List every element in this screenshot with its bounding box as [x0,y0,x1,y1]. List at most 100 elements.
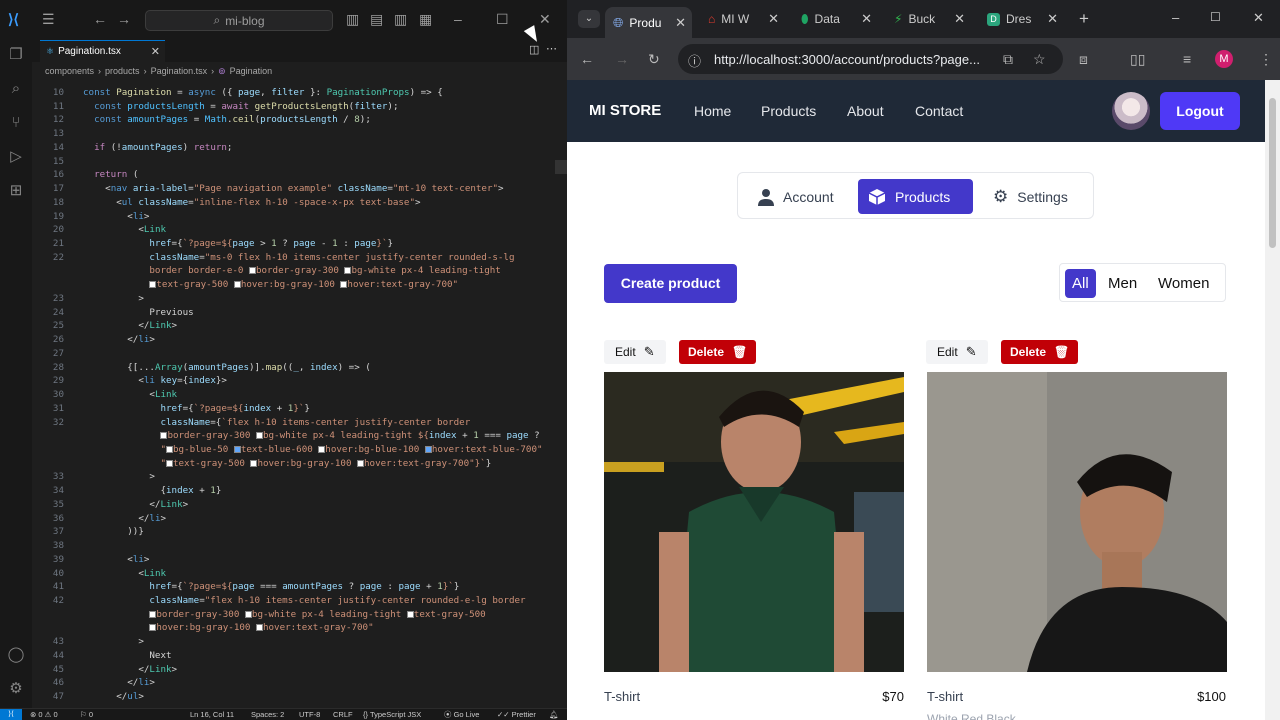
back-arrow-icon[interactable]: ← [93,11,107,27]
filter-women[interactable]: Women [1151,269,1216,298]
page-scrollbar[interactable] [1265,80,1280,720]
run-debug-icon[interactable]: ▷ [7,148,25,166]
minimize-icon[interactable]: – [454,11,462,27]
profile-avatar[interactable]: M [1215,50,1233,68]
tab-settings[interactable]: ⚙ Settings [983,179,1088,214]
site-info-icon[interactable]: ⓘ [688,51,701,70]
code-line[interactable]: > [83,471,155,482]
tab-products[interactable]: Products [858,179,973,214]
tab-search-icon[interactable]: ⌄ [578,10,600,28]
code-line[interactable]: " text-gray-500 hover:bg-gray-100 hover:t… [83,458,491,469]
command-search[interactable]: ⌕ mi-blog [145,10,333,31]
browser-tab[interactable]: 🌐︎ Produ ✕ [605,7,692,38]
back-arrow-icon[interactable]: ← [580,51,594,67]
code-line[interactable]: className="flex h-10 items-center justif… [83,595,525,606]
code-line[interactable]: className="ms-0 flex h-10 items-center j… [83,252,514,263]
code-line[interactable]: <Link [83,224,166,235]
tab-close-icon[interactable]: ✕ [1047,11,1058,27]
code-line[interactable]: border border-e-0 border-gray-300 bg-whi… [83,265,500,276]
code-line[interactable]: </li> [83,334,155,345]
tab-close-icon[interactable]: ✕ [151,45,160,58]
code-line[interactable]: </li> [83,677,155,688]
remote-icon[interactable]: ⟩⟨ [0,709,22,720]
extensions-icon[interactable]: ⧈ [1079,51,1088,68]
end-of-line[interactable]: CRLF [333,710,353,719]
account-icon[interactable]: ◯ [7,646,25,664]
code-line[interactable]: href={`?page=${index + 1}`} [83,403,309,414]
search-icon[interactable]: ⌕ [7,80,25,98]
prettier[interactable]: ✓✓ Prettier [497,710,536,719]
problems-status[interactable]: ⊗ 0 ⚠ 0 [30,710,58,719]
maximize-icon[interactable]: ☐ [496,11,509,28]
code-line[interactable]: border-gray-300 bg-white px-4 leading-ti… [83,609,486,620]
create-product-button[interactable]: Create product [604,264,737,303]
code-line[interactable]: <ul className="inline-flex h-10 -space-x… [83,197,420,208]
code-line[interactable]: {index + 1} [83,485,221,496]
code-line[interactable]: className={`flex h-10 items-center justi… [83,417,470,428]
split-editor-icon[interactable]: ◫ [529,43,539,56]
reload-icon[interactable]: ↻ [648,51,660,68]
new-tab-icon[interactable]: + [1079,9,1089,29]
edit-button[interactable]: Edit ✎ [926,340,988,364]
nav-about[interactable]: About [847,103,884,119]
reading-mode-icon[interactable]: ▯▯ [1130,51,1145,68]
cursor-position[interactable]: Ln 16, Col 11 [190,710,234,719]
close-icon[interactable]: ✕ [1253,10,1264,26]
code-line[interactable]: return ( [83,169,138,180]
code-line[interactable]: <Link [83,389,177,400]
product-name[interactable]: T-shirt [927,689,963,704]
menu-icon[interactable]: ☰ [42,11,55,28]
explorer-icon[interactable]: ❐ [7,46,25,64]
code-editor[interactable]: 10 const Pagination = async ({ page, filt… [32,84,567,708]
code-line[interactable]: hover:bg-gray-100 hover:text-gray-700" [83,622,374,633]
code-line[interactable]: {[...Array(amountPages)].map((_, index) … [83,362,371,373]
browser-menu-icon[interactable]: ⋮ [1259,51,1273,68]
indentation[interactable]: Spaces: 2 [251,710,284,719]
product-name[interactable]: T-shirt [604,689,640,704]
delete-button[interactable]: Delete 🗑︎ [679,340,757,364]
minimap-slider[interactable] [555,160,567,174]
more-actions-icon[interactable]: ⋯ [546,42,557,55]
product-image[interactable] [927,372,1227,672]
browser-tab[interactable]: ⬮ Data ✕ [793,7,878,31]
code-line[interactable]: <li> [83,554,149,565]
delete-button[interactable]: Delete 🗑︎ [1001,340,1079,364]
nav-home[interactable]: Home [694,103,731,119]
toggle-secondary-sidebar-icon[interactable]: ▥ [394,11,407,28]
settings-gear-icon[interactable]: ⚙ [7,680,25,698]
nav-contact[interactable]: Contact [915,103,963,119]
code-line[interactable]: <li> [83,211,149,222]
maximize-icon[interactable]: ☐ [1210,10,1221,24]
code-line[interactable]: const Pagination = async ({ page, filter… [83,87,443,98]
toggle-panel-icon[interactable]: ▤ [370,11,383,28]
code-line[interactable]: <Link [83,568,166,579]
code-line[interactable]: const productsLength = await getProducts… [83,101,398,112]
code-line[interactable]: </Link> [83,320,177,331]
tab-close-icon[interactable]: ✕ [768,11,779,27]
logout-button[interactable]: Logout [1160,92,1240,130]
browser-tab[interactable]: D Dres ✕ [979,7,1064,31]
code-line[interactable]: </Link> [83,499,188,510]
toggle-sidebar-icon[interactable]: ▥ [346,11,359,28]
language-mode[interactable]: {} TypeScript JSX [363,710,421,719]
filter-all[interactable]: All [1065,269,1096,298]
code-line[interactable]: href={`?page=${page > 1 ? page - 1 : pag… [83,238,393,249]
code-line[interactable]: Previous [83,307,193,318]
tab-close-icon[interactable]: ✕ [675,15,686,31]
layout-icon[interactable]: ▦ [419,11,432,28]
edit-button[interactable]: Edit ✎ [604,340,666,364]
media-controls-icon[interactable]: ≡ [1183,51,1191,67]
tab-pagination[interactable]: ⚛ Pagination.tsx ✕ [40,40,165,62]
code-line[interactable]: > [83,293,144,304]
encoding[interactable]: UTF-8 [299,710,320,719]
code-line[interactable]: Next [83,650,171,661]
tab-account[interactable]: Account [748,179,853,214]
code-line[interactable]: if (!amountPages) return; [83,142,232,153]
open-in-new-icon[interactable]: ⧉ [1003,51,1013,68]
tab-close-icon[interactable]: ✕ [954,11,965,27]
bookmark-star-icon[interactable]: ☆ [1033,51,1046,68]
breadcrumb-item[interactable]: components [45,66,94,76]
code-line[interactable]: </ul> [83,691,144,702]
scrollbar-thumb[interactable] [1269,98,1276,248]
go-live[interactable]: ⦿ Go Live [444,709,479,720]
